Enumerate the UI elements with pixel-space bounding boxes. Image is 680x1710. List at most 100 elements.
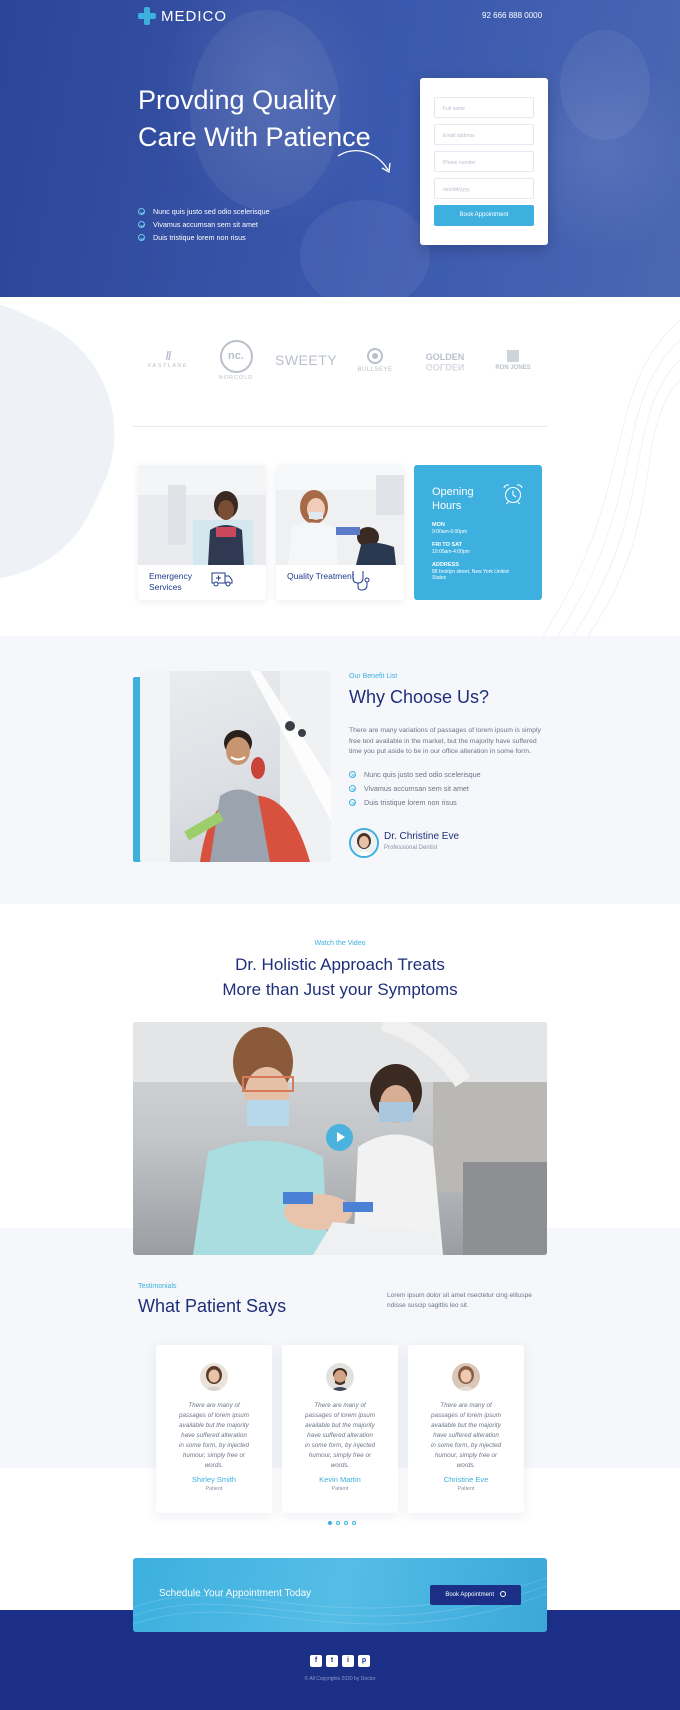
patient-name: Christine Eve xyxy=(443,1475,489,1484)
curved-arrow-icon xyxy=(337,150,391,174)
hero-section: MEDICO 92 666 888 0000 Provding Quality … xyxy=(0,0,680,297)
divider xyxy=(133,426,547,427)
frisat-value: 10:00am-4:00pm xyxy=(432,549,470,555)
service-card-emergency[interactable]: Emergency Services xyxy=(138,465,266,600)
carousel-dot[interactable] xyxy=(336,1521,340,1525)
check-circle-icon xyxy=(349,770,356,778)
patient-avatar xyxy=(200,1363,228,1391)
brand-golden: GOLDEN GOLDEN xyxy=(420,352,470,372)
testimonials-tag: Testimonials xyxy=(138,1283,177,1290)
arrow-circle-icon xyxy=(499,1591,506,1598)
opening-hours-card: Opening Hours MON 9:00am-6:00pm FRI TO S… xyxy=(414,465,542,600)
why-title: Why Choose Us? xyxy=(349,687,490,707)
twitter-icon[interactable]: t xyxy=(326,1655,338,1667)
play-button[interactable] xyxy=(326,1124,353,1151)
patient-avatar xyxy=(452,1363,480,1391)
cta-text: Schedule Your Appointment Today xyxy=(159,1588,312,1599)
patient-name: Kevin Martin xyxy=(319,1475,361,1484)
decorative-blob xyxy=(0,260,155,620)
check-circle-icon xyxy=(349,784,356,792)
testimonial-card: There are many of passages of lorem ipsu… xyxy=(408,1345,524,1513)
address-value: 88 broklyn street, New York United State… xyxy=(432,569,509,581)
appointment-form: Full name Email address Phone number mm/… xyxy=(420,78,548,245)
email-field[interactable]: Email address xyxy=(434,124,534,145)
carousel-dot[interactable] xyxy=(328,1521,332,1525)
phone-field[interactable]: Phone number xyxy=(434,151,534,172)
doctor-avatar xyxy=(349,828,379,858)
brand-norcold: nc. NORCOLD xyxy=(217,340,255,381)
medical-cross-icon xyxy=(138,7,156,25)
bullseye-icon xyxy=(367,348,383,364)
logo-text: MEDICO xyxy=(161,7,227,25)
header-phone[interactable]: 92 666 888 0000 xyxy=(482,11,542,20)
checklist-item: Vivamus accumsan sem sit amet xyxy=(138,218,270,231)
brand-sweety: SWEETY xyxy=(275,352,338,368)
why-section-background xyxy=(0,636,680,904)
hero-checklist: Nunc quis justo sed odio scelerisque Viv… xyxy=(138,205,270,244)
name-field[interactable]: Full name xyxy=(434,97,534,118)
video-title: Dr. Holistic Approach Treats More than Ju… xyxy=(222,955,458,999)
doctor-role: Professional Dentist xyxy=(384,845,438,851)
patient-photo xyxy=(140,671,331,862)
patient-shape xyxy=(300,200,430,297)
service-card-treatment[interactable]: Quality Treatment xyxy=(276,465,404,600)
checklist-item: Nunc quis justo sed odio scelerisque xyxy=(138,205,270,218)
social-links: f t i p xyxy=(310,1655,370,1667)
testimonials-title: What Patient Says xyxy=(138,1296,287,1316)
cta-banner: Schedule Your Appointment Today Book App… xyxy=(133,1558,547,1632)
brand-bullseye: BULLSEYE xyxy=(352,348,398,373)
pinterest-icon[interactable]: p xyxy=(358,1655,370,1667)
golden-reflection: GOLDEN xyxy=(425,362,465,372)
doctor-name: Dr. Christine Eve xyxy=(384,831,460,842)
check-circle-icon xyxy=(138,221,145,228)
mon-value: 9:00am-6:00pm xyxy=(432,529,468,535)
testimonials-text: Lorem ipsum dolor sit amet nsectetur cin… xyxy=(387,1292,532,1309)
copyright: © All Copyrights 2020 by Doctor xyxy=(304,1676,376,1682)
fastlane-logo-icon: // xyxy=(165,349,172,363)
checklist-item: Duis tristique lorem non risus xyxy=(138,231,270,244)
video-tag: Watch the Video xyxy=(314,940,366,947)
checklist-item: Duis tristique lorem non risus xyxy=(349,795,481,809)
hours-title: Opening Hours xyxy=(432,486,474,512)
patient-name: Shirley Smith xyxy=(191,1475,237,1484)
brand-fastlane: // FASTLANE xyxy=(143,349,193,369)
carousel-dots xyxy=(328,1521,356,1525)
alarm-clock-icon xyxy=(503,484,523,505)
instagram-icon[interactable]: i xyxy=(342,1655,354,1667)
hero-title: Provding Quality Care With Patience xyxy=(138,85,371,152)
carousel-dot[interactable] xyxy=(344,1521,348,1525)
treatment-photo xyxy=(276,465,404,565)
testimonial-quote: There are many of passages of lorem ipsu… xyxy=(179,1402,249,1469)
mon-label: MON xyxy=(432,522,445,528)
why-tag: Our Benefit List xyxy=(349,673,398,680)
testimonial-card: There are many of passages of lorem ipsu… xyxy=(282,1345,398,1513)
facebook-icon[interactable]: f xyxy=(310,1655,322,1667)
brand-ron-jones: RON JONES xyxy=(490,350,536,371)
address-label: ADDRESS xyxy=(432,562,459,568)
patient-role: Patient xyxy=(205,1486,223,1492)
patient-avatar xyxy=(326,1363,354,1391)
checklist-item: Nunc quis justo sed odio scelerisque xyxy=(349,767,481,781)
book-appointment-button[interactable]: Book Appointment xyxy=(434,205,534,226)
patient-role: Patient xyxy=(457,1486,475,1492)
testimonial-quote: There are many of passages of lorem ipsu… xyxy=(305,1402,375,1469)
ambulance-icon xyxy=(211,572,233,587)
cta-book-button[interactable]: Book Appointment xyxy=(430,1585,521,1605)
patient-role: Patient xyxy=(331,1486,349,1492)
stethoscope-icon xyxy=(352,571,370,591)
service-label: Emergency Services xyxy=(149,571,192,592)
why-checklist: Nunc quis justo sed odio scelerisque Viv… xyxy=(349,767,481,809)
date-field[interactable]: mm/dd/yyyy xyxy=(434,178,534,199)
check-circle-icon xyxy=(138,234,145,241)
check-circle-icon xyxy=(138,208,145,215)
why-text: There are many variations of passages of… xyxy=(349,727,541,755)
logo[interactable]: MEDICO xyxy=(138,7,227,25)
service-label: Quality Treatment xyxy=(287,571,355,581)
testimonial-quote: There are many of passages of lorem ipsu… xyxy=(431,1402,501,1469)
carousel-dot[interactable] xyxy=(352,1521,356,1525)
emergency-photo xyxy=(138,465,266,565)
check-circle-icon xyxy=(349,798,356,806)
dental-lamp-shape xyxy=(560,30,650,140)
testimonial-card: There are many of passages of lorem ipsu… xyxy=(156,1345,272,1513)
ron-jones-logo-icon xyxy=(507,350,519,362)
